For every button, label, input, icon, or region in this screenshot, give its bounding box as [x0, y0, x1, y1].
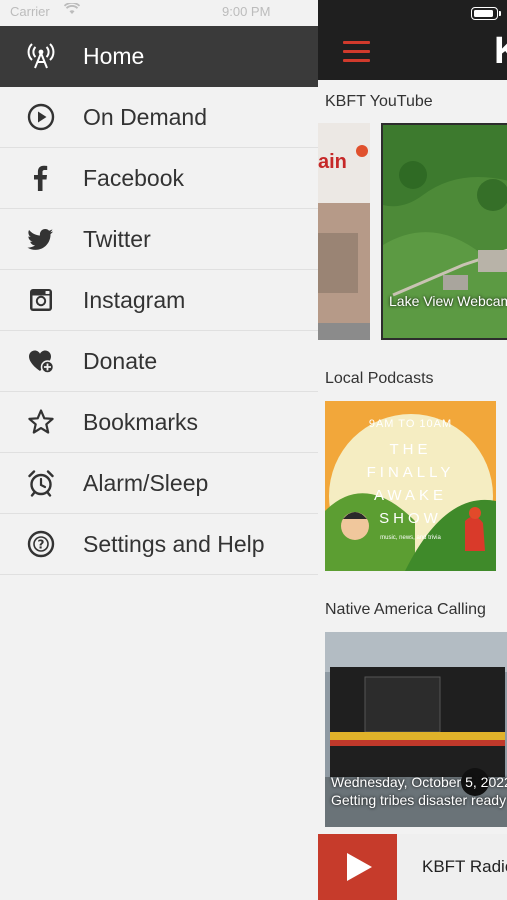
menu-label-facebook: Facebook [83, 164, 185, 191]
podcast-title-line-2: FINALLY [366, 464, 455, 481]
podcast-tagline: music, news, and trivia [380, 535, 441, 541]
section-title-native-america: Native America Calling [325, 601, 486, 618]
podcast-title-line-4: SHOW [379, 510, 442, 527]
play-circle-icon [26, 102, 56, 132]
play-button[interactable] [318, 834, 397, 900]
wifi-icon [63, 2, 81, 18]
menu-item-donate[interactable]: Donate [0, 331, 318, 392]
menu-item-settings-help[interactable]: ? Settings and Help [0, 514, 318, 575]
menu-item-facebook[interactable]: Facebook [0, 148, 318, 209]
menu-label-on-demand: On Demand [83, 103, 208, 130]
podcast-title-line-1: THE [389, 441, 432, 458]
menu-toggle-icon[interactable] [343, 41, 370, 63]
drawer-menu: Home On Demand Facebook Twitter Instagra… [0, 26, 318, 575]
podcast-card[interactable]: 9AM TO 10AM THE FINALLY AWAKE SHOW music… [325, 401, 496, 571]
section-title-youtube: KBFT YouTube [325, 93, 433, 110]
menu-label-home: Home [83, 42, 145, 69]
menu-label-instagram: Instagram [83, 286, 186, 313]
status-time: 9:00 PM [222, 4, 271, 19]
instagram-icon [26, 285, 56, 315]
youtube-video-card[interactable]: Lake View Webcam [381, 123, 507, 340]
twitter-icon [26, 224, 56, 254]
navigation-drawer: Carrier 9:00 PM Home On Demand Facebook [0, 0, 318, 900]
carrier-label: Carrier [10, 4, 50, 19]
star-icon [26, 407, 56, 437]
player-bar: KBFT Radio [318, 834, 507, 900]
player-station-title: KBFT Radio [422, 857, 507, 876]
menu-item-home[interactable]: Home [0, 26, 318, 87]
app-header: K [318, 0, 507, 80]
podcast-time: 9AM TO 10AM [368, 418, 453, 430]
youtube-video-card[interactable]: ain [318, 123, 370, 340]
menu-label-bookmarks: Bookmarks [83, 408, 199, 435]
youtube-carousel[interactable]: ain Lake View Webcam [318, 123, 507, 341]
menu-label-alarm-sleep: Alarm/Sleep [83, 469, 209, 496]
menu-item-alarm-sleep[interactable]: Alarm/Sleep [0, 453, 318, 514]
episode-card[interactable]: Wednesday, October 5, 2022 Getting tribe… [325, 632, 507, 827]
alarm-clock-icon [26, 468, 56, 498]
heart-plus-icon [26, 346, 56, 376]
menu-item-instagram[interactable]: Instagram [0, 270, 318, 331]
status-bar: Carrier 9:00 PM [0, 0, 318, 26]
menu-item-bookmarks[interactable]: Bookmarks [0, 392, 318, 453]
menu-label-settings-help: Settings and Help [83, 530, 265, 557]
svg-text:?: ? [38, 538, 45, 552]
episode-date: Wednesday, October 5, 2022 [331, 774, 507, 790]
menu-label-donate: Donate [83, 347, 158, 374]
section-title-podcasts: Local Podcasts [325, 370, 434, 387]
help-circle-icon: ? [26, 529, 56, 559]
video-caption: Lake View Webcam [389, 293, 507, 309]
station-logo: K [494, 32, 507, 70]
menu-item-twitter[interactable]: Twitter [0, 209, 318, 270]
menu-item-on-demand[interactable]: On Demand [0, 87, 318, 148]
facebook-icon [26, 163, 56, 193]
radio-tower-icon [26, 41, 56, 71]
episode-title: Getting tribes disaster ready [331, 792, 507, 808]
battery-icon [471, 7, 501, 20]
play-icon [347, 853, 372, 881]
menu-label-twitter: Twitter [83, 225, 151, 252]
podcast-title-line-3: AWAKE [373, 487, 448, 504]
thumbnail-text: ain [318, 151, 347, 173]
main-content: K KBFT YouTube ain [318, 0, 507, 900]
